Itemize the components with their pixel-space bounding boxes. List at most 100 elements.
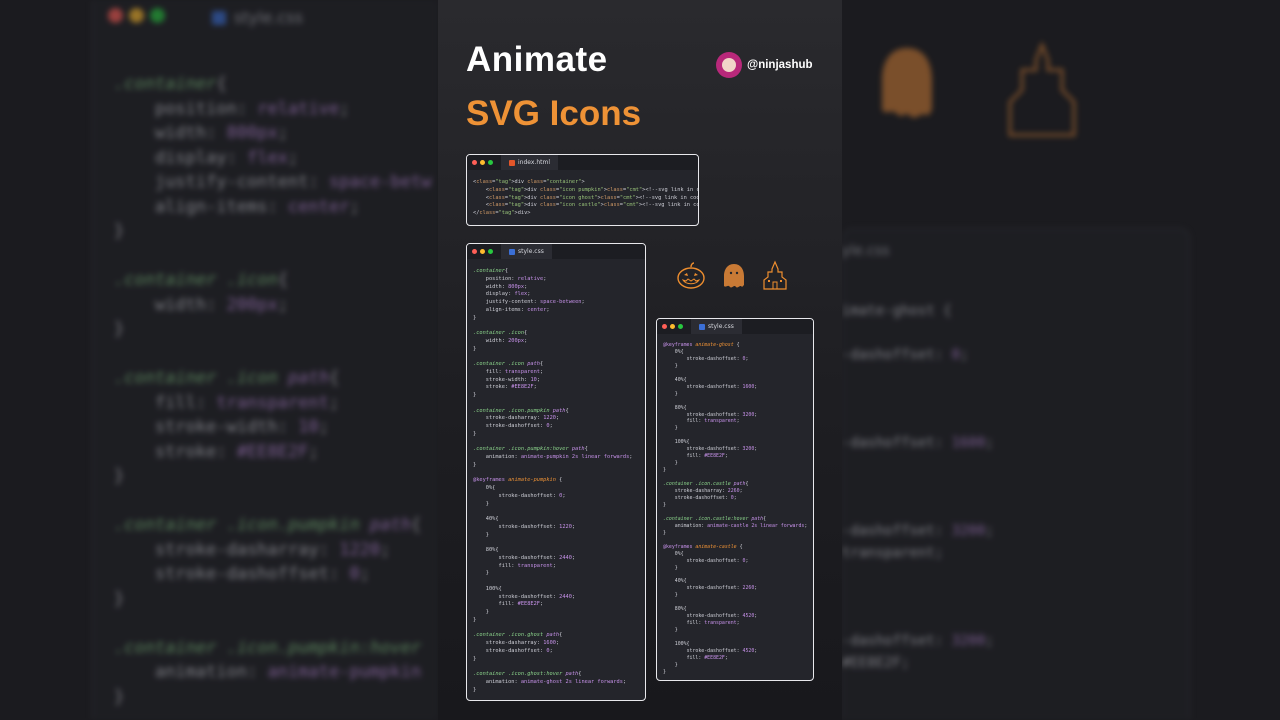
code-line: fill: transparent; (686, 418, 740, 425)
bg-code-line: width: 200px; (154, 294, 289, 315)
css-file-icon (509, 248, 515, 255)
code-line: stroke-dashoffset: 0; (485, 423, 553, 429)
handle-text: @ninjashub (747, 59, 813, 71)
code-line: stroke-dasharray: 2260; (674, 488, 743, 495)
code-line: } (473, 616, 477, 623)
bg-code-line (842, 366, 994, 388)
code-line: stroke-dashoffset: 2440; (498, 554, 576, 561)
bg-code-line (842, 454, 994, 476)
code-line: } (663, 390, 678, 397)
html-code-window: index.html <class="tag">div class="conta… (466, 154, 699, 226)
bg-code-line: -dashoffset: 3200; (842, 633, 994, 649)
code-line: stroke-dashoffset: 2440; (498, 593, 576, 600)
code-line: } (473, 345, 477, 352)
code-line: } (663, 529, 666, 536)
bg-code-line: -dashoffset: 0; (842, 347, 969, 363)
css-file-icon (699, 323, 705, 330)
bg-code-line (842, 476, 994, 498)
bg-code-line: } (114, 466, 125, 486)
author-handle: @ninjashub (716, 52, 813, 78)
code-line: .container .icon{ (473, 330, 528, 336)
code-line: stroke-dashoffset: 2260; (686, 585, 758, 592)
bg-code-line: display: flex; (154, 147, 299, 168)
bg-code-line: transparent; (842, 545, 944, 561)
ghost-icon (724, 264, 744, 288)
code-line: <class="tag">div class="icon ghost">clas… (473, 194, 699, 201)
bg-code-line: animation: animate-pumpkin (154, 662, 422, 682)
code-line: 80%{ (663, 404, 687, 411)
title-line-1: Animate (466, 40, 608, 79)
code-line: 80%{ (663, 606, 687, 613)
code-line: @keyframes animate-ghost { (663, 342, 740, 348)
code-line: .container .icon.ghost:hover path{ (473, 671, 582, 677)
code-line: stroke-dashoffset: 1600; (686, 383, 758, 390)
code-line: stroke-dashoffset: 0; (485, 647, 553, 654)
code-line: } (473, 609, 489, 615)
bg-code-line (114, 244, 431, 269)
code-line: <class="tag">div class="container"> (473, 179, 585, 185)
code-line: width: 800px; (485, 283, 528, 290)
code-line: stroke-dashoffset: 4520; (686, 647, 758, 654)
code-line: } (473, 430, 477, 437)
bg-tab-label: style.css (234, 8, 303, 27)
code-line: } (473, 461, 477, 468)
code-line: } (663, 661, 678, 668)
code-line: } (473, 655, 477, 662)
code-line: width: 200px; (485, 337, 528, 344)
css-code-2: @keyframes animate-ghost { 0%{ stroke-da… (657, 334, 813, 680)
code-line: } (663, 564, 678, 571)
code-line: </class="tag">div> (473, 210, 531, 216)
code-line: } (663, 467, 666, 474)
bg-code-line (842, 608, 994, 630)
bg-code-line: .container{ (114, 74, 227, 94)
bg-code-line: imate-ghost { (842, 303, 952, 319)
bg-code-line: .container .icon{ (114, 270, 289, 290)
tab-style-css[interactable]: style.css (501, 244, 552, 259)
maximize-dot (488, 249, 493, 254)
code-line: .container .icon.castle:hover path{ (663, 515, 767, 522)
code-line: 0%{ (473, 485, 496, 491)
code-line: fill: #EE8E2F; (498, 601, 544, 608)
close-dot (662, 324, 667, 329)
icons-row (676, 260, 788, 290)
bg-code-line (842, 410, 994, 432)
code-line: @keyframes animate-pumpkin { (473, 477, 563, 484)
bg-code-line: } (114, 221, 125, 241)
tab-style-css[interactable]: style.css (691, 319, 742, 334)
css-code-1: .container{ position: relative; width: 8… (467, 259, 645, 698)
maximize-dot (488, 160, 493, 165)
code-line: align-items: center; (485, 306, 550, 313)
html-code: <class="tag">div class="container"> <cla… (467, 170, 698, 222)
bg-code-line (114, 611, 431, 636)
minimize-dot (670, 324, 675, 329)
code-line: 40%{ (473, 516, 499, 522)
bg-code-line (114, 489, 431, 514)
bg-icons-row (872, 40, 1082, 140)
bg-code-line: #EE8E2F; (842, 655, 910, 671)
code-line: 0%{ (663, 550, 684, 557)
code-line: position: relative; (485, 275, 547, 282)
bg-code-line (842, 564, 994, 586)
code-line: } (663, 627, 678, 634)
castle-icon (1008, 40, 1076, 137)
code-line: stroke-dashoffset: 0; (674, 494, 737, 501)
css-code-window-2: style.css @keyframes animate-ghost { 0%{… (656, 318, 814, 681)
bg-code-line: stroke-width: 10; (154, 417, 329, 437)
tab-label: style.css (518, 248, 544, 255)
code-line: .container{ (473, 268, 509, 274)
bg-code-line: .container .icon.pumpkin:hover (114, 637, 422, 658)
code-line: @keyframes animate-castle { (663, 543, 743, 550)
castle-icon (763, 260, 787, 290)
code-line: <class="tag">div class="icon castle">cla… (473, 202, 698, 209)
code-line: fill: transparent; (498, 562, 556, 569)
code-line: fill: transparent; (686, 620, 740, 627)
code-line: 40%{ (663, 376, 687, 383)
tab-index-html[interactable]: index.html (501, 155, 558, 170)
code-line: 100%{ (663, 439, 690, 446)
